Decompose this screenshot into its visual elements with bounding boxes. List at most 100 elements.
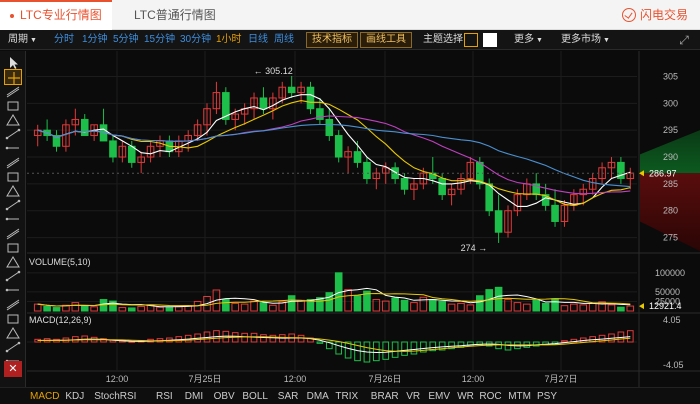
- candle-body: [80, 118, 89, 137]
- candle-body: [259, 97, 268, 110]
- volume-bar: [617, 306, 625, 312]
- period-label: 周期: [8, 34, 28, 45]
- tab-plain-chart[interactable]: LTC普通行情图: [124, 0, 226, 30]
- indicator-tab-vr[interactable]: VR: [406, 388, 420, 404]
- volume-bar: [156, 306, 164, 312]
- macd-histogram-bar: [241, 332, 248, 343]
- price-tick: 275: [663, 233, 678, 243]
- indicator-tab-mtm[interactable]: MTM: [508, 388, 531, 404]
- caret-down-icon: ▼: [536, 37, 543, 44]
- more-dropdown[interactable]: 更多 ▼: [514, 30, 543, 50]
- more-label: 更多: [514, 34, 534, 45]
- indicator-tab-dmi[interactable]: DMI: [185, 388, 203, 404]
- high-annotation: ← 305.12: [254, 66, 293, 76]
- interval-1min[interactable]: 1分钟: [82, 30, 108, 50]
- volume-bar: [560, 305, 569, 312]
- candle-body: [494, 210, 503, 233]
- indicator-tab-kdj[interactable]: KDJ: [65, 388, 84, 404]
- volume-bar: [551, 298, 559, 312]
- theme-dark-swatch[interactable]: [464, 33, 478, 47]
- x-axis-label: 12:00: [462, 374, 485, 384]
- volume-bar: [222, 299, 230, 312]
- macd-tick: 4.05: [663, 315, 681, 325]
- price-tick: 295: [663, 125, 678, 135]
- volume-bar: [118, 307, 127, 312]
- indicator-tab-dma[interactable]: DMA: [307, 388, 329, 404]
- volume-bar: [457, 302, 465, 312]
- macd-histogram-bar: [316, 341, 324, 344]
- price-tick: 300: [663, 98, 678, 108]
- macd-histogram-bar: [344, 341, 352, 359]
- volume-bar: [513, 302, 522, 312]
- volume-bar: [381, 300, 390, 312]
- period-dropdown[interactable]: 周期 ▼: [8, 30, 37, 50]
- indicator-tab-bar: MACD KDJ StochRSI RSI DMI OBV BOLL SAR DMA TRIX BR…: [0, 387, 700, 404]
- interval-5min[interactable]: 5分钟: [113, 30, 139, 50]
- interval-tick[interactable]: 分时: [54, 30, 74, 50]
- indicator-tab-psy[interactable]: PSY: [537, 388, 557, 404]
- volume-bar: [344, 289, 352, 312]
- volume-bar: [43, 305, 51, 312]
- volume-bar: [400, 299, 409, 312]
- volume-bar: [476, 295, 484, 312]
- indicator-tab-rsi[interactable]: RSI: [156, 388, 173, 404]
- volume-tick: 50000: [655, 287, 680, 297]
- macd-histogram-bar: [297, 334, 305, 343]
- indicator-tab-brar[interactable]: BRAR: [371, 388, 399, 404]
- brand-name: 闪电交易: [639, 8, 688, 22]
- interval-1hour[interactable]: 1小时: [216, 30, 242, 50]
- candle-body: [438, 178, 446, 196]
- volume-bar: [90, 306, 98, 312]
- interval-30min[interactable]: 30分钟: [180, 30, 211, 50]
- volume-bar: [52, 307, 61, 312]
- indicator-tab-wr[interactable]: WR: [457, 388, 474, 404]
- macd-tick: -4.05: [663, 360, 684, 370]
- more-markets-dropdown[interactable]: 更多市场 ▼: [561, 30, 610, 50]
- drawing-toolbar: ✕: [0, 51, 26, 387]
- volume-bar: [269, 304, 277, 312]
- candle-body: [287, 86, 296, 94]
- volume-tick: 100000: [655, 268, 685, 278]
- candle-body: [127, 145, 136, 163]
- indicator-tab-stochrsi[interactable]: StochRSI: [94, 388, 136, 404]
- volume-bar: [523, 303, 531, 312]
- macd-dif-line: [37, 335, 631, 354]
- indicator-tab-obv[interactable]: OBV: [214, 388, 235, 404]
- close-tools-icon[interactable]: ✕: [4, 361, 22, 377]
- volume-last-label: 12921.4: [649, 301, 682, 311]
- indicator-tab-emv[interactable]: EMV: [428, 388, 450, 404]
- kline-chart[interactable]: 305 300 295 290 285 280 275 ← 305.12 274 → 286.97…: [27, 51, 700, 387]
- indicator-tab-trix[interactable]: TRIX: [335, 388, 358, 404]
- active-dot-icon: [10, 13, 14, 18]
- macd-histogram-bar: [401, 341, 408, 356]
- brand-link[interactable]: 闪电交易: [621, 6, 688, 23]
- indicator-tab-boll[interactable]: BOLL: [242, 388, 268, 404]
- macd-histogram-bar: [561, 340, 568, 343]
- theme-label: 主题选择: [423, 34, 463, 45]
- price-tick: 285: [663, 179, 678, 189]
- indicator-tab-sar[interactable]: SAR: [278, 388, 299, 404]
- indicator-tab-roc[interactable]: ROC: [479, 388, 501, 404]
- chart-area[interactable]: 305 300 295 290 285 280 275 ← 305.12 274 → 286.97…: [27, 51, 700, 387]
- indicator-tab-macd[interactable]: MACD: [30, 388, 59, 404]
- lightning-icon: [621, 8, 636, 22]
- drawing-tools-button[interactable]: 画线工具: [360, 32, 412, 48]
- caret-down-icon: ▼: [603, 37, 610, 44]
- candle-body: [485, 183, 493, 212]
- theme-light-swatch[interactable]: [483, 33, 497, 47]
- ma5-line: [37, 94, 631, 207]
- x-axis-label: 7月26日: [368, 374, 401, 384]
- candle-body: [334, 135, 343, 158]
- fullscreen-icon[interactable]: ⤢: [676, 32, 692, 48]
- interval-day[interactable]: 日线: [248, 30, 268, 50]
- interval-15min[interactable]: 15分钟: [144, 30, 175, 50]
- interval-week[interactable]: 周线: [274, 30, 294, 50]
- volume-bar: [428, 299, 437, 312]
- tab-pro-chart[interactable]: LTC专业行情图: [0, 0, 112, 30]
- caret-down-icon: ▼: [30, 37, 37, 44]
- x-axis-label: 7月25日: [188, 374, 221, 384]
- volume-bar: [33, 303, 42, 312]
- volume-bar: [532, 299, 541, 312]
- more-markets-label: 更多市场: [561, 34, 601, 45]
- tech-indicators-button[interactable]: 技术指标: [306, 32, 358, 48]
